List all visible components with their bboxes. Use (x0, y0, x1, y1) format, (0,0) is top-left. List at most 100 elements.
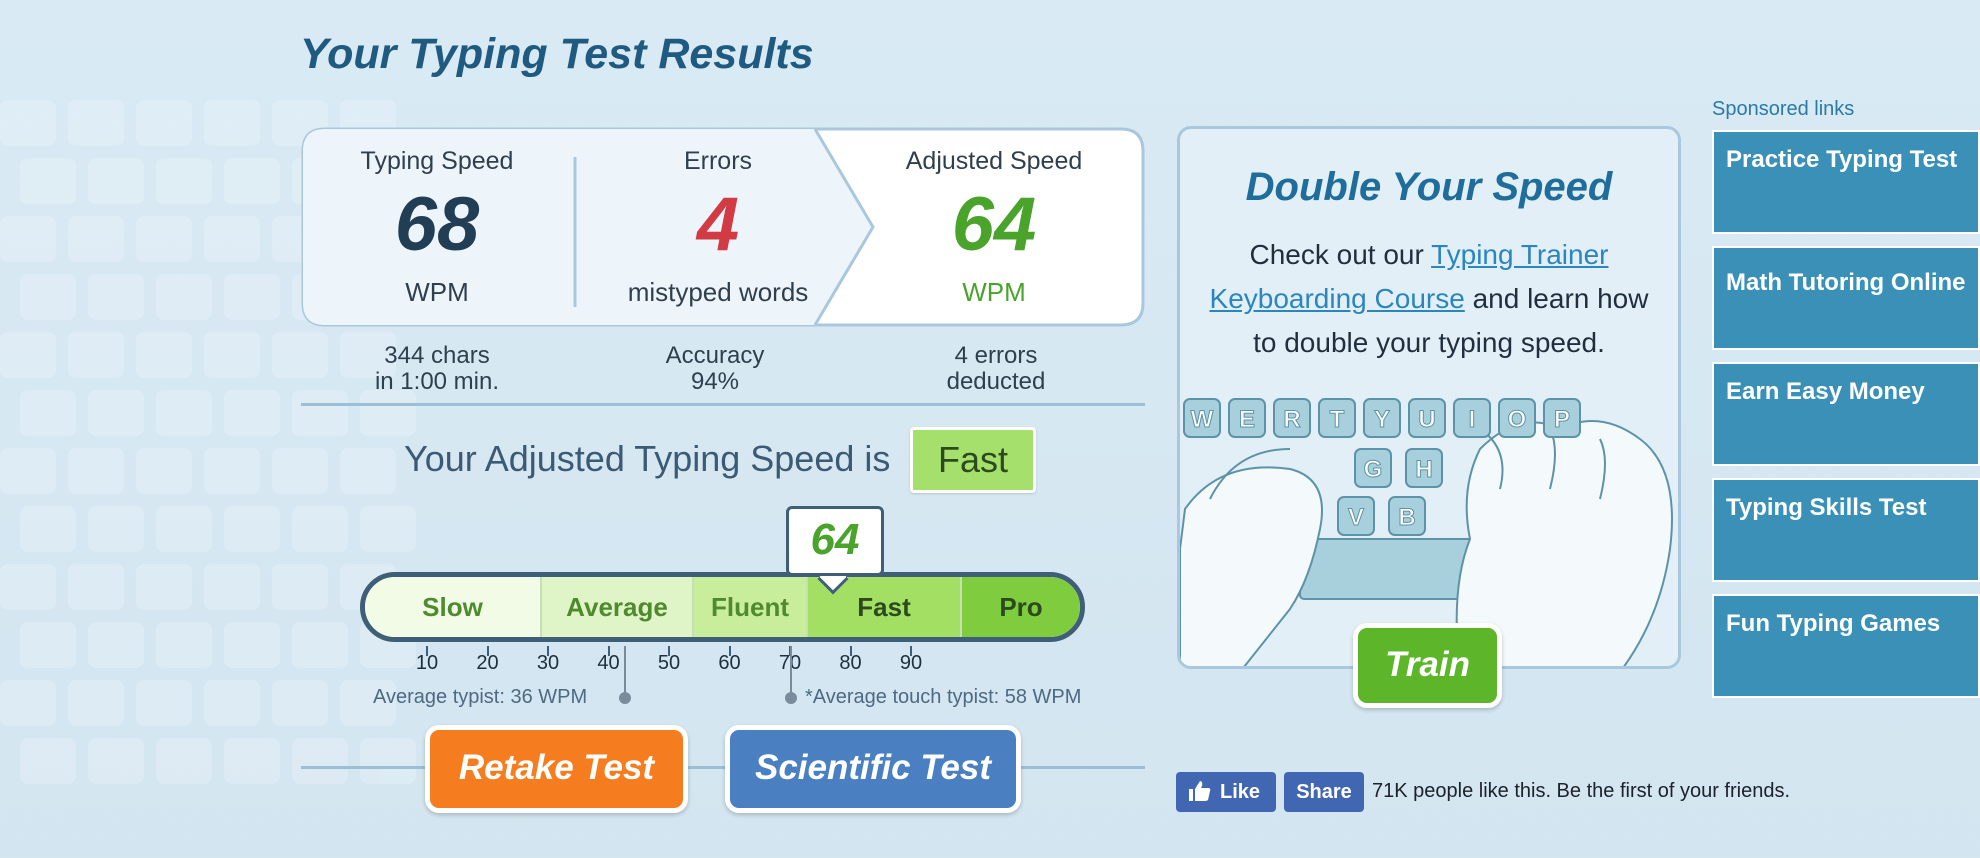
background-tile (204, 448, 260, 494)
background-tile (20, 506, 76, 552)
background-tile (0, 216, 56, 262)
background-tile (204, 564, 260, 610)
retake-test-button[interactable]: Retake Test (425, 725, 688, 813)
ad-earn-easy-money[interactable]: Earn Easy Money (1712, 362, 1980, 466)
background-tile (88, 274, 144, 320)
adjusted-speed-label: Adjusted Speed (905, 147, 1083, 175)
keyboard-key: T (1318, 398, 1356, 438)
background-tile (20, 158, 76, 204)
svg-text:P: P (1554, 406, 1570, 433)
average-typist-label: Average typist: 36 WPM (373, 686, 588, 708)
background-tile (224, 274, 280, 320)
typing-speed-label: Typing Speed (360, 147, 514, 175)
scale-segment-pro: Pro (962, 577, 1080, 637)
ad-typing-skills-test[interactable]: Typing Skills Test (1712, 478, 1980, 582)
results-panel: Typing Speed 68 WPM Errors 4 mistyped wo… (301, 127, 1145, 327)
svg-text:T: T (1330, 406, 1345, 433)
background-tile (156, 506, 212, 552)
background-tile (204, 100, 260, 146)
background-tile (68, 332, 124, 378)
ad-fun-typing-games[interactable]: Fun Typing Games (1712, 594, 1980, 698)
scale-tick-label: 80 (839, 652, 862, 674)
background-tile (0, 332, 56, 378)
divider (301, 403, 1145, 406)
errors-unit: mistyped words (627, 277, 809, 307)
background-tile (224, 390, 280, 436)
background-tile (360, 506, 416, 552)
background-tile (204, 332, 260, 378)
svg-text:U: U (1418, 406, 1435, 433)
errors-deducted-line2: deducted (946, 368, 1046, 395)
background-tile (272, 680, 328, 726)
svg-text:R: R (1283, 406, 1300, 433)
scale-tick-label: 30 (536, 652, 560, 674)
adjusted-speed-unit: WPM (962, 277, 1026, 307)
background-tile (292, 738, 348, 784)
background-tile (272, 448, 328, 494)
speed-scale: Slow Average Fluent Fast Pro (360, 572, 1085, 642)
accuracy-stat: Accuracy 94% (573, 343, 857, 395)
svg-text:I: I (1469, 406, 1476, 433)
scale-tick-label: 10 (415, 652, 439, 674)
background-tile (224, 506, 280, 552)
background-tile (88, 506, 144, 552)
train-button[interactable]: Train (1353, 623, 1502, 708)
typing-speed-stat: Typing Speed 68 WPM (301, 127, 573, 327)
errors-label: Errors (683, 147, 753, 175)
average-touch-typist-marker (790, 646, 792, 698)
keyboard-key: I (1453, 398, 1491, 438)
ad-math-tutoring-online[interactable]: Math Tutoring Online (1712, 246, 1980, 350)
background-tile (0, 680, 56, 726)
svg-text:G: G (1364, 456, 1383, 483)
chars-stat: 344 chars in 1:00 min. (301, 343, 573, 395)
adjusted-speed-stat: Adjusted Speed 64 WPM (843, 127, 1145, 327)
background-tile (224, 622, 280, 668)
background-tile (68, 216, 124, 262)
background-tile (68, 100, 124, 146)
background-tile (224, 158, 280, 204)
promo-text-before: Check out our (1249, 239, 1432, 270)
average-typist-marker (624, 646, 626, 698)
background-tile (136, 332, 192, 378)
background-tile (156, 390, 212, 436)
test-duration: in 1:00 min. (374, 368, 500, 395)
facebook-like-button[interactable]: Like (1176, 772, 1276, 812)
keyboard-key: Y (1363, 398, 1401, 438)
thumbs-up-icon (1189, 781, 1211, 801)
svg-text:Y: Y (1374, 406, 1390, 433)
background-tile (88, 158, 144, 204)
background-tile (224, 738, 280, 784)
facebook-social-text: 71K people like this. Be the first of yo… (1372, 780, 1790, 802)
errors-deducted-line1: 4 errors (954, 342, 1038, 369)
svg-text:B: B (1398, 504, 1415, 531)
background-tile (204, 680, 260, 726)
background-tile (0, 100, 56, 146)
scale-tick-label: 40 (597, 652, 620, 674)
ad-practice-typing-test[interactable]: Practice Typing Test (1712, 130, 1980, 234)
keyboard-key: H (1405, 448, 1443, 488)
facebook-share-button[interactable]: Share (1284, 772, 1364, 812)
scale-pointer: 64 (786, 506, 884, 576)
facebook-like-label: Like (1220, 781, 1261, 803)
typing-speed-value: 68 (394, 182, 480, 267)
background-tile (0, 564, 56, 610)
keyboard-key: V (1337, 496, 1375, 536)
svg-text:E: E (1239, 406, 1255, 433)
background-tile (136, 564, 192, 610)
background-tile (292, 506, 348, 552)
background-tile (136, 680, 192, 726)
scale-tick-label: 90 (899, 652, 923, 674)
background-tile (20, 390, 76, 436)
scale-segment-slow: Slow (365, 577, 542, 637)
average-touch-typist-dot (785, 692, 797, 704)
scale-tick-label: 50 (657, 652, 681, 674)
background-tile (20, 738, 76, 784)
promo-card: Double Your Speed Check out our Typing T… (1177, 126, 1681, 669)
keyboard-key: G (1354, 448, 1392, 488)
background-tile (136, 100, 192, 146)
svg-text:W: W (1191, 406, 1214, 433)
background-tile (156, 738, 212, 784)
errors-value: 4 (696, 182, 740, 267)
errors-deducted-stat: 4 errors deducted (851, 343, 1141, 395)
scientific-test-button[interactable]: Scientific Test (725, 725, 1021, 813)
